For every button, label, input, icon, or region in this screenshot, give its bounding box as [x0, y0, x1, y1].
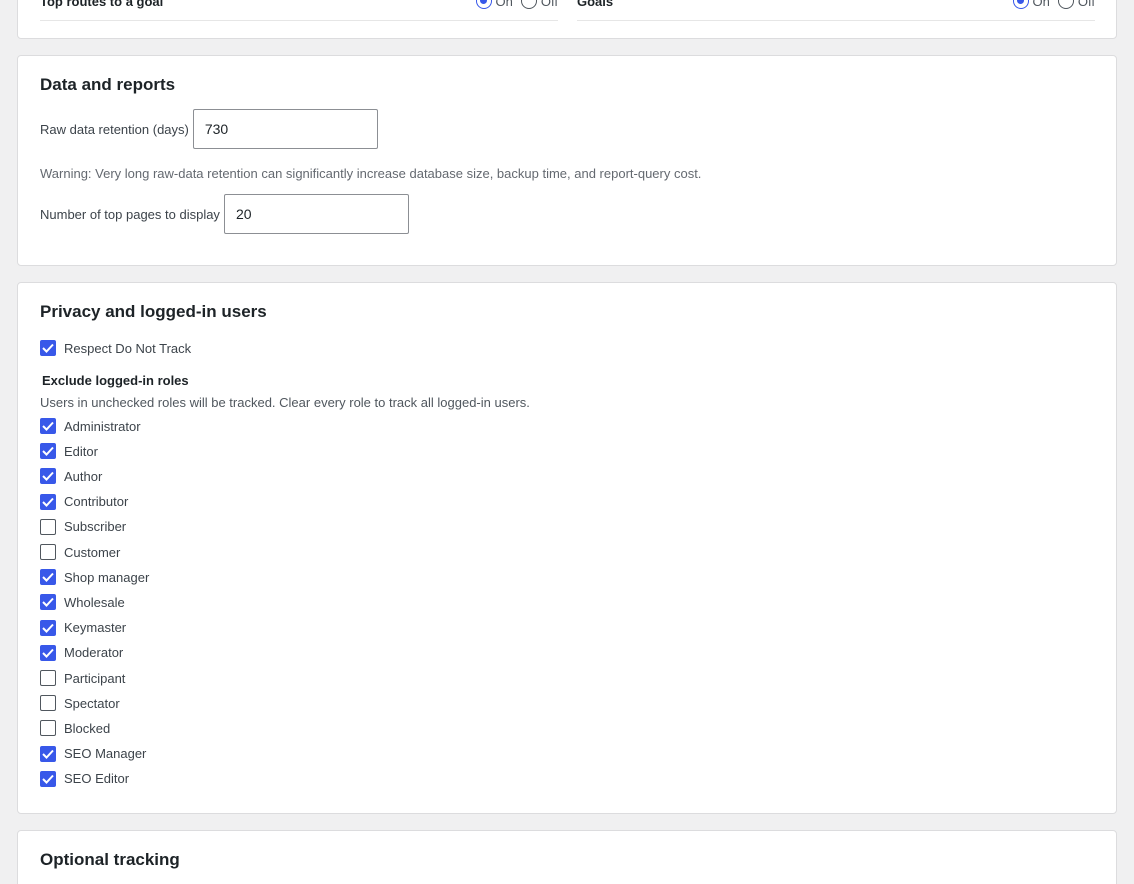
role-label: Keymaster: [64, 620, 127, 636]
data-reports-card: Data and reports Raw data retention (day…: [17, 55, 1117, 266]
role-checkbox[interactable]: [40, 594, 56, 611]
top-routes-off-label: Off: [540, 0, 558, 9]
goals-label: Goals: [577, 0, 614, 9]
role-checkbox-row[interactable]: Contributor: [40, 493, 129, 510]
role-checkbox-row[interactable]: Shop manager: [40, 569, 150, 586]
check-icon: [42, 623, 54, 633]
role-checkbox-row[interactable]: Administrator: [40, 418, 141, 434]
check-icon: [42, 472, 54, 482]
top-pages-label: Number of top pages to display: [40, 206, 220, 222]
role-checkbox[interactable]: [40, 695, 56, 712]
goals-row: Goals On Off: [577, 0, 1095, 21]
goals-off-label: Off: [1077, 0, 1095, 9]
retention-input[interactable]: [192, 109, 378, 149]
role-checkbox[interactable]: [40, 443, 56, 460]
role-checkbox[interactable]: [40, 644, 56, 661]
top-pages-input[interactable]: [223, 194, 409, 234]
role-checkbox[interactable]: [40, 619, 56, 636]
role-checkbox[interactable]: [40, 670, 56, 686]
role-checkbox-row[interactable]: Moderator: [40, 644, 124, 661]
role-checkbox-row[interactable]: Blocked: [40, 720, 111, 737]
top-routes-radio-group: On Off: [475, 0, 558, 9]
role-label: Spectator: [64, 695, 120, 711]
retention-label: Raw data retention (days): [40, 121, 189, 137]
role-checkbox[interactable]: [40, 544, 56, 560]
role-checkbox[interactable]: [40, 720, 56, 737]
exclude-roles-help: Users in unchecked roles will be tracked…: [40, 395, 530, 410]
retention-warning: Warning: Very long raw-data retention ca…: [40, 166, 702, 181]
top-routes-label: Top routes to a goal: [40, 0, 164, 9]
role-checkbox[interactable]: [40, 518, 56, 535]
check-icon: [42, 749, 54, 759]
goals-radio-group: On Off: [1012, 0, 1095, 9]
role-label: Editor: [64, 443, 98, 459]
privacy-card: Privacy and logged-in users Respect Do N…: [17, 282, 1117, 814]
role-checkbox-row[interactable]: SEO Manager: [40, 745, 147, 762]
role-label: Author: [64, 468, 103, 484]
role-label: Shop manager: [64, 569, 150, 585]
role-checkbox[interactable]: [40, 493, 56, 510]
check-icon: [42, 447, 54, 457]
role-checkbox[interactable]: [40, 569, 56, 586]
role-label: SEO Manager: [64, 746, 147, 762]
check-icon: [42, 343, 54, 353]
role-label: SEO Editor: [64, 771, 130, 787]
top-pages-field-row: Number of top pages to display: [40, 194, 409, 234]
check-icon: [42, 497, 54, 507]
privacy-title: Privacy and logged-in users: [40, 302, 267, 321]
check-icon: [42, 648, 54, 658]
goals-settings-card: Top routes to a goal On Off Goals On Off: [17, 0, 1117, 39]
top-routes-on-option[interactable]: On: [475, 0, 513, 9]
role-label: Customer: [64, 544, 121, 560]
exclude-roles-heading: Exclude logged-in roles: [42, 373, 189, 388]
check-icon: [42, 774, 54, 784]
role-label: Subscriber: [64, 519, 127, 535]
role-label: Contributor: [64, 494, 129, 510]
retention-field-row: Raw data retention (days): [40, 109, 378, 149]
role-checkbox-row[interactable]: Spectator: [40, 695, 120, 712]
role-checkbox-row[interactable]: Editor: [40, 443, 98, 460]
role-checkbox-row[interactable]: Keymaster: [40, 619, 127, 636]
role-checkbox[interactable]: [40, 770, 56, 787]
optional-tracking-title: Optional tracking: [40, 850, 180, 869]
role-checkbox-row[interactable]: SEO Editor: [40, 770, 130, 787]
dnt-checkbox-row[interactable]: Respect Do Not Track: [40, 340, 191, 356]
role-checkbox[interactable]: [40, 468, 56, 485]
role-label: Administrator: [64, 418, 141, 434]
role-checkbox[interactable]: [40, 745, 56, 762]
top-routes-row: Top routes to a goal On Off: [40, 0, 558, 21]
top-routes-on-radio[interactable]: [475, 0, 492, 9]
role-label: Participant: [64, 670, 126, 686]
data-reports-title: Data and reports: [40, 75, 176, 94]
top-routes-off-radio[interactable]: [520, 0, 537, 9]
role-checkbox-row[interactable]: Participant: [40, 670, 125, 686]
role-checkbox-row[interactable]: Customer: [40, 544, 120, 560]
goals-on-label: On: [1032, 0, 1050, 9]
check-icon: [42, 421, 54, 431]
role-checkbox-row[interactable]: Author: [40, 468, 103, 485]
goals-on-radio[interactable]: [1012, 0, 1029, 9]
dnt-checkbox[interactable]: [40, 340, 56, 356]
role-label: Wholesale: [64, 594, 125, 610]
goals-off-option[interactable]: Off: [1057, 0, 1095, 9]
role-checkbox-row[interactable]: Subscriber: [40, 518, 127, 535]
check-icon: [42, 573, 54, 583]
check-icon: [42, 598, 54, 608]
top-routes-off-option[interactable]: Off: [520, 0, 558, 9]
role-label: Blocked: [64, 720, 111, 736]
role-label: Moderator: [64, 645, 124, 661]
goals-off-radio[interactable]: [1057, 0, 1074, 9]
role-checkbox[interactable]: [40, 418, 56, 434]
dnt-label: Respect Do Not Track: [64, 340, 192, 356]
top-routes-on-label: On: [495, 0, 513, 9]
optional-tracking-card: Optional tracking: [17, 830, 1117, 884]
role-checkbox-row[interactable]: Wholesale: [40, 594, 125, 611]
goals-on-option[interactable]: On: [1012, 0, 1050, 9]
